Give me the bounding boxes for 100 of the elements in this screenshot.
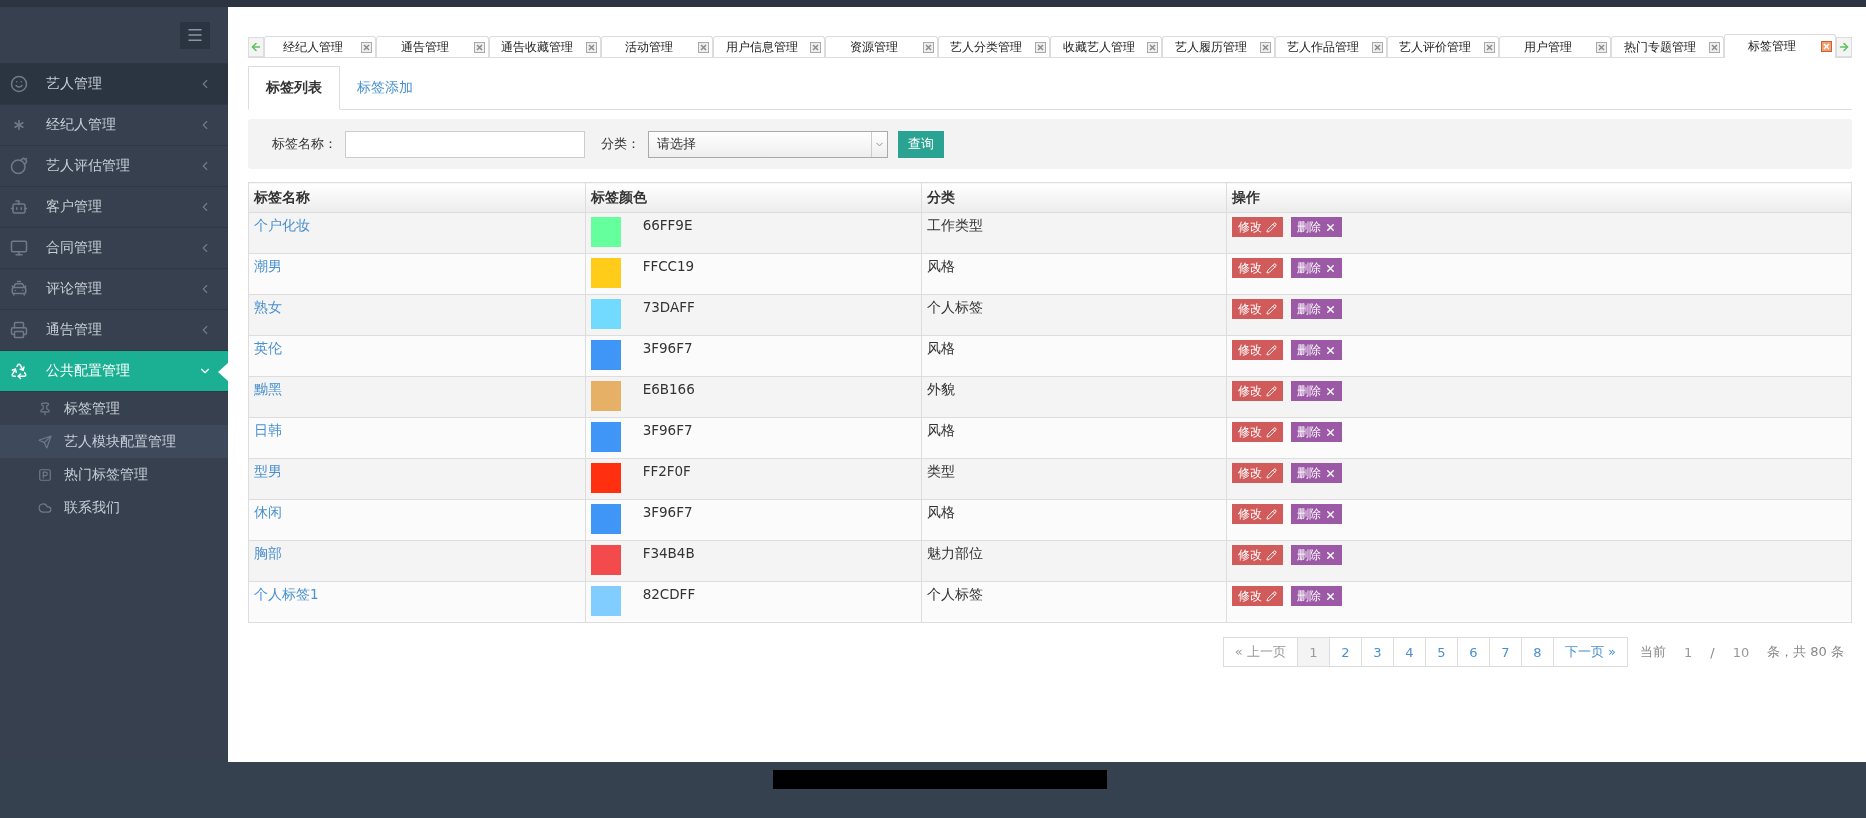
close-icon[interactable] bbox=[698, 41, 710, 53]
delete-button[interactable]: 删除 bbox=[1290, 217, 1342, 237]
close-icon[interactable] bbox=[361, 41, 373, 53]
page-tab[interactable]: 艺人履历管理 bbox=[1162, 36, 1275, 57]
tag-name-link[interactable]: 熟女 bbox=[254, 299, 282, 315]
edit-icon bbox=[1265, 467, 1277, 479]
page-link[interactable]: 1 bbox=[1297, 638, 1330, 666]
color-code: 3F96F7 bbox=[642, 422, 693, 438]
page-tab[interactable]: 用户信息管理 bbox=[713, 36, 826, 57]
page-tab[interactable]: 标签管理 bbox=[1723, 34, 1836, 58]
page-tab[interactable]: 通告收藏管理 bbox=[488, 36, 601, 57]
close-icon[interactable] bbox=[922, 41, 934, 53]
close-icon bbox=[1324, 221, 1336, 233]
close-icon[interactable] bbox=[473, 41, 485, 53]
sidebar-icon bbox=[10, 321, 28, 339]
sidebar-item[interactable]: 艺人管理 bbox=[0, 64, 228, 105]
edit-button[interactable]: 修改 bbox=[1231, 586, 1283, 606]
tag-name-link[interactable]: 英伦 bbox=[254, 340, 282, 356]
page-separator: / bbox=[1710, 644, 1715, 660]
submenu-item[interactable]: 联系我们 bbox=[0, 491, 228, 524]
close-icon bbox=[1324, 426, 1336, 438]
page-tab[interactable]: 热门专题管理 bbox=[1611, 36, 1724, 57]
tag-name-link[interactable]: 日韩 bbox=[254, 422, 282, 438]
scroll-left-icon[interactable] bbox=[248, 37, 264, 57]
edit-icon bbox=[1265, 221, 1277, 233]
category-select[interactable]: 请选择 bbox=[648, 130, 888, 158]
edit-icon bbox=[1265, 508, 1277, 520]
delete-button[interactable]: 删除 bbox=[1290, 504, 1342, 524]
submenu-item[interactable]: 标签管理 bbox=[0, 392, 228, 425]
page-tab[interactable]: 资源管理 bbox=[825, 36, 938, 57]
color-code: FFCC19 bbox=[642, 258, 695, 274]
delete-button[interactable]: 删除 bbox=[1290, 422, 1342, 442]
submenu-icon bbox=[38, 434, 52, 449]
page-tab[interactable]: 活动管理 bbox=[600, 36, 714, 57]
query-button[interactable]: 查询 bbox=[898, 130, 944, 158]
submenu-item[interactable]: 艺人模块配置管理 bbox=[0, 425, 228, 458]
close-icon[interactable] bbox=[1708, 41, 1720, 53]
category-text: 风格 bbox=[927, 504, 956, 520]
edit-button[interactable]: 修改 bbox=[1231, 299, 1283, 319]
edit-button[interactable]: 修改 bbox=[1231, 217, 1283, 237]
page-tab[interactable]: 艺人分类管理 bbox=[937, 36, 1050, 57]
tag-name-link[interactable]: 个户化妆 bbox=[254, 217, 310, 233]
close-icon[interactable] bbox=[1371, 41, 1383, 53]
sub-tab[interactable]: 标签列表 bbox=[248, 66, 340, 110]
tag-name-link[interactable]: 黝黑 bbox=[254, 381, 282, 397]
sub-tab[interactable]: 标签添加 bbox=[340, 66, 430, 109]
edit-icon bbox=[1265, 344, 1277, 356]
edit-button[interactable]: 修改 bbox=[1231, 340, 1283, 360]
edit-button[interactable]: 修改 bbox=[1231, 422, 1283, 442]
category-text: 外貌 bbox=[927, 381, 956, 397]
delete-button[interactable]: 删除 bbox=[1290, 258, 1342, 278]
close-icon[interactable] bbox=[1820, 41, 1832, 52]
category-text: 工作类型 bbox=[927, 217, 984, 233]
submenu-icon bbox=[38, 401, 52, 416]
page-tab[interactable]: 艺人评价管理 bbox=[1386, 36, 1500, 57]
delete-button[interactable]: 删除 bbox=[1290, 340, 1342, 360]
tag-name-link[interactable]: 型男 bbox=[254, 463, 282, 479]
field-label: 标签名称： bbox=[272, 135, 337, 153]
tag-name-link[interactable]: 潮男 bbox=[254, 258, 282, 274]
close-icon[interactable] bbox=[1259, 41, 1271, 53]
tag-name-link[interactable]: 个人标签1 bbox=[254, 586, 319, 602]
edit-button[interactable]: 修改 bbox=[1231, 504, 1283, 524]
column-header: 分类 bbox=[921, 182, 1227, 213]
close-icon[interactable] bbox=[1484, 41, 1496, 53]
color-code: 3F96F7 bbox=[642, 340, 693, 356]
close-icon[interactable] bbox=[1596, 41, 1608, 53]
edit-button[interactable]: 修改 bbox=[1231, 545, 1283, 565]
edit-button[interactable]: 修改 bbox=[1231, 258, 1283, 278]
tag-name-field[interactable] bbox=[345, 130, 585, 158]
submenu-item[interactable]: 热门标签管理 bbox=[0, 458, 228, 491]
delete-button[interactable]: 删除 bbox=[1290, 586, 1342, 606]
close-icon[interactable] bbox=[810, 41, 822, 53]
page-tab[interactable]: 经纪人管理 bbox=[264, 36, 377, 57]
page-tab[interactable]: 收藏艺人管理 bbox=[1049, 36, 1163, 57]
edit-button[interactable]: 修改 bbox=[1231, 463, 1283, 483]
sidebar-icon bbox=[10, 157, 28, 175]
edit-icon bbox=[1265, 262, 1277, 274]
close-icon[interactable] bbox=[1034, 41, 1046, 53]
page-tab[interactable]: 艺人作品管理 bbox=[1274, 36, 1387, 57]
close-icon bbox=[1324, 385, 1336, 397]
sidebar-item[interactable]: 公共配置管理 bbox=[0, 351, 228, 392]
edit-icon bbox=[1265, 549, 1277, 561]
sidebar-icon bbox=[10, 75, 28, 93]
field-label: 分类： bbox=[601, 135, 640, 153]
page-tab[interactable]: 用户管理 bbox=[1499, 36, 1612, 57]
close-icon bbox=[1324, 303, 1336, 315]
edit-button[interactable]: 修改 bbox=[1231, 381, 1283, 401]
close-icon[interactable] bbox=[1147, 41, 1159, 53]
menu-button[interactable] bbox=[180, 21, 210, 49]
close-icon[interactable] bbox=[585, 41, 597, 53]
delete-button[interactable]: 删除 bbox=[1290, 463, 1342, 483]
delete-button[interactable]: 删除 bbox=[1290, 381, 1342, 401]
delete-button[interactable]: 删除 bbox=[1290, 545, 1342, 565]
page-tab[interactable]: 通告管理 bbox=[376, 36, 489, 57]
tag-name-link[interactable]: 胸部 bbox=[254, 545, 282, 561]
tag-name-link[interactable]: 休闲 bbox=[254, 504, 282, 520]
close-icon bbox=[1324, 508, 1336, 520]
edit-icon bbox=[1265, 303, 1277, 315]
delete-button[interactable]: 删除 bbox=[1290, 299, 1342, 319]
submenu-icon bbox=[38, 500, 52, 515]
